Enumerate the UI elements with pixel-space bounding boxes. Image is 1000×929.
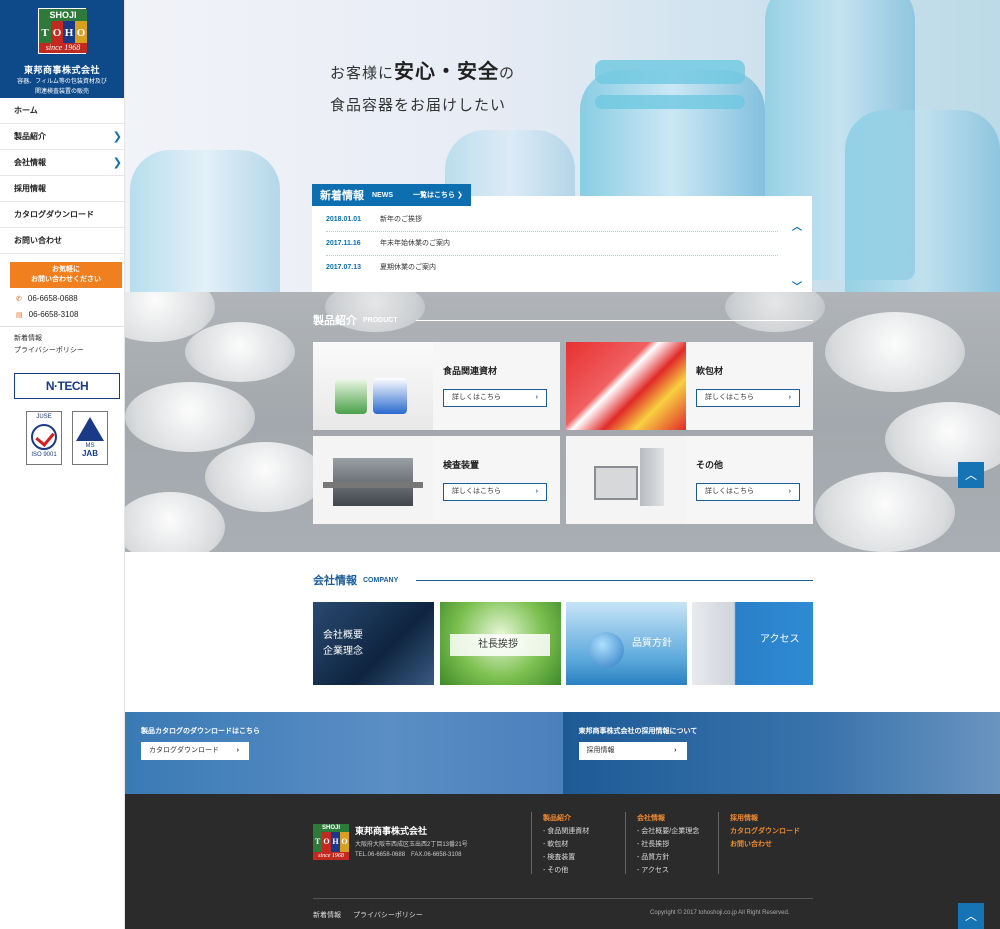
footer-link-privacy[interactable]: プライバシーポリシー bbox=[353, 910, 423, 920]
company-card-quality[interactable]: 品質方針 bbox=[566, 602, 687, 685]
copyright: Copyright © 2017 tohoshoji.co.jp All Rig… bbox=[650, 910, 790, 916]
chevron-right-icon: › bbox=[674, 747, 677, 754]
nav-item-products[interactable]: 製品紹介 ❯ bbox=[0, 124, 124, 150]
company-description-2: 関連検査装置の販売 bbox=[34, 89, 89, 95]
details-button[interactable]: 詳しくはこちら › bbox=[443, 483, 547, 501]
company-logo[interactable]: SHOJI T O H O since 1968 bbox=[38, 8, 87, 54]
product-image-equipment bbox=[566, 436, 686, 524]
jab-mark-icon bbox=[76, 417, 104, 441]
company-description-1: 容器、フィルム等の包装資材及び bbox=[17, 79, 107, 85]
divider bbox=[0, 326, 124, 327]
heading-line bbox=[415, 319, 813, 321]
footer-link-news[interactable]: 新着情報 bbox=[313, 910, 341, 920]
scroll-top-button[interactable]: ︿ bbox=[958, 903, 984, 929]
sidebar-link-news[interactable]: 新着情報 bbox=[14, 333, 124, 345]
fax-number: ▤ 06-6658-3108 bbox=[16, 310, 79, 319]
sidebar: SHOJI T O H O since 1968 東邦商事株式会社 容器、フィル… bbox=[0, 0, 125, 929]
details-button[interactable]: 詳しくはこちら › bbox=[443, 389, 547, 407]
footer-company-name: 東邦商事株式会社 bbox=[355, 826, 428, 836]
recruit-banner: 東邦商事株式会社の採用情報について 採用情報 › bbox=[562, 712, 1000, 794]
footer-col-other: 採用情報 カタログダウンロード お問い合わせ bbox=[730, 815, 800, 848]
news-more-link[interactable]: 一覧はこちら ❯ bbox=[413, 190, 463, 200]
chevron-right-icon: ❯ bbox=[112, 157, 122, 169]
main-content: お客様に安心・安全の 食品容器をお届けしたい 2018.01.01 新年のご挨拶 … bbox=[125, 0, 1000, 929]
nav-item-catalog[interactable]: カタログダウンロード bbox=[0, 202, 124, 228]
sidebar-link-privacy[interactable]: プライバシーポリシー bbox=[14, 345, 124, 357]
company-card-access[interactable]: アクセス bbox=[692, 602, 813, 685]
phone-icon: ✆ bbox=[16, 296, 22, 303]
footer-logo[interactable]: SHOJI T O H O since 1968 bbox=[313, 824, 349, 860]
footer-rule bbox=[313, 898, 813, 899]
nav-item-recruit[interactable]: 採用情報 bbox=[0, 176, 124, 202]
chevron-down-icon[interactable]: ﹀ bbox=[792, 278, 802, 292]
chevron-right-icon: › bbox=[535, 488, 538, 495]
product-card-other[interactable]: その他 詳しくはこちら › bbox=[566, 436, 813, 524]
hero-tagline: お客様に安心・安全の 食品容器をお届けしたい bbox=[330, 61, 516, 114]
footer-divider bbox=[718, 812, 719, 874]
hero-section: お客様に安心・安全の 食品容器をお届けしたい 2018.01.01 新年のご挨拶 … bbox=[125, 0, 1000, 292]
ntech-banner[interactable]: N·TECH bbox=[14, 373, 120, 399]
chevron-right-icon: › bbox=[535, 394, 538, 401]
scroll-top-button[interactable]: ︿ bbox=[958, 462, 984, 488]
news-item[interactable]: 2017.11.16 年末年始休業のご案内 bbox=[326, 232, 778, 256]
chevron-up-icon: ︿ bbox=[964, 468, 977, 482]
contact-button[interactable]: お気軽に お問い合わせください bbox=[10, 262, 122, 288]
company-heading: 会社情報 COMPANY bbox=[313, 572, 813, 588]
news-item[interactable]: 2017.07.13 夏期休業のご案内 bbox=[326, 256, 778, 280]
footer-col-company: 会社情報 - 会社概要/企業理念 - 社長挨拶 - 品質方針 - アクセス bbox=[637, 815, 700, 874]
product-card-packaging[interactable]: 軟包材 詳しくはこちら › bbox=[566, 342, 813, 430]
chevron-right-icon: › bbox=[236, 747, 239, 754]
chevron-right-icon: › bbox=[788, 394, 791, 401]
company-section: 会社情報 COMPANY 会社概要 企業理念 社長挨拶 品質方針 アクセス bbox=[125, 552, 1000, 712]
globe-icon bbox=[588, 632, 624, 668]
footer: SHOJI T O H O since 1968 東邦商事株式会社 大阪府大阪市… bbox=[125, 794, 1000, 929]
news-item[interactable]: 2018.01.01 新年のご挨拶 bbox=[326, 208, 778, 232]
footer-bottom-links: 新着情報 プライバシーポリシー bbox=[313, 910, 423, 920]
product-card-inspection[interactable]: 検査装置 詳しくはこちら › bbox=[313, 436, 560, 524]
certification-logos: JUSE ISO 9001 MS JAB bbox=[26, 411, 124, 465]
news-header: 新着情報 NEWS 一覧はこちら ❯ bbox=[312, 184, 471, 206]
check-icon bbox=[31, 424, 57, 450]
product-card-food[interactable]: 食品関連資材 詳しくはこちら › bbox=[313, 342, 560, 430]
nav-item-company[interactable]: 会社情報 ❯ bbox=[0, 150, 124, 176]
heading-line bbox=[416, 579, 813, 581]
footer-divider bbox=[625, 812, 626, 874]
details-button[interactable]: 詳しくはこちら › bbox=[696, 483, 800, 501]
footer-divider bbox=[531, 812, 532, 874]
product-section: 製品紹介 PRODUCT 食品関連資材 詳しくはこちら › 軟包材 詳しくはこちら… bbox=[125, 292, 1000, 552]
recruit-button[interactable]: 採用情報 › bbox=[578, 742, 687, 760]
nav-item-contact[interactable]: お問い合わせ bbox=[0, 228, 124, 254]
company-card-message[interactable]: 社長挨拶 bbox=[440, 602, 561, 685]
product-heading: 製品紹介 PRODUCT bbox=[313, 312, 813, 328]
chevron-up-icon[interactable]: ︿ bbox=[792, 218, 802, 233]
banner-section: 製品カタログのダウンロードはこちら カタログダウンロード › 東邦商事株式会社の採… bbox=[125, 712, 1000, 794]
tel-number[interactable]: ✆ 06-6658-0688 bbox=[16, 294, 124, 304]
company-name: 東邦商事株式会社 bbox=[23, 65, 100, 75]
fax-icon: ▤ bbox=[16, 312, 23, 319]
iso-certification-logo: JUSE ISO 9001 bbox=[26, 411, 62, 465]
news-list: 2018.01.01 新年のご挨拶 2017.11.16 年末年始休業のご案内 20… bbox=[312, 196, 812, 292]
catalog-banner: 製品カタログのダウンロードはこちら カタログダウンロード › bbox=[125, 712, 563, 794]
product-image-packaging bbox=[566, 342, 686, 430]
footer-address: 大阪府大阪市西成区玉出西2丁目13番21号 TEL.06-6658-0688 F… bbox=[355, 842, 468, 858]
jab-certification-logo: MS JAB bbox=[72, 411, 108, 465]
details-button[interactable]: 詳しくはこちら › bbox=[696, 389, 800, 407]
footer-col-products: 製品紹介 - 食品関連資材 - 軟包材 - 検査装置 - その他 bbox=[543, 815, 590, 874]
brand-header[interactable]: SHOJI T O H O since 1968 東邦商事株式会社 容器、フィル… bbox=[0, 0, 124, 98]
news-panel: 2018.01.01 新年のご挨拶 2017.11.16 年末年始休業のご案内 20… bbox=[312, 184, 812, 292]
product-image-yogurt bbox=[313, 342, 433, 430]
chevron-right-icon: ❯ bbox=[112, 131, 122, 143]
catalog-download-button[interactable]: カタログダウンロード › bbox=[141, 742, 249, 760]
nav-item-home[interactable]: ホーム bbox=[0, 98, 124, 124]
chevron-right-icon: › bbox=[788, 488, 791, 495]
chevron-up-icon: ︿ bbox=[964, 909, 977, 923]
main-nav: ホーム 製品紹介 ❯ 会社情報 ❯ 採用情報 カタログダウンロード お問い合わせ bbox=[0, 98, 124, 254]
company-card-overview[interactable]: 会社概要 企業理念 bbox=[313, 602, 434, 685]
product-image-inspection-machine bbox=[313, 436, 433, 524]
